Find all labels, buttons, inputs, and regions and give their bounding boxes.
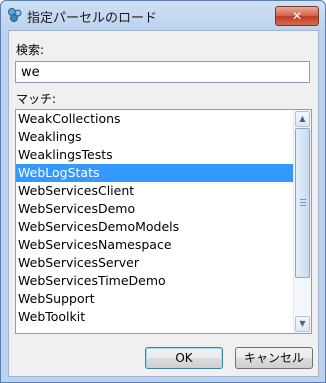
scroll-thumb[interactable] xyxy=(295,128,310,278)
title-bar[interactable]: 指定パーセルのロード ✕ xyxy=(1,1,325,29)
thumb-grip xyxy=(300,202,306,203)
list-item[interactable]: WebServicesDemoModels xyxy=(16,218,295,236)
thumb-grip xyxy=(300,205,306,206)
list-item[interactable]: Weaklings xyxy=(16,128,295,146)
list-item[interactable]: WeakCollections xyxy=(16,110,295,128)
close-icon: ✕ xyxy=(291,9,303,23)
scroll-up-button[interactable]: ▲ xyxy=(295,111,310,127)
vertical-scrollbar[interactable]: ▲ ▼ xyxy=(293,110,311,333)
search-input[interactable]: we xyxy=(15,61,310,83)
close-button[interactable]: ✕ xyxy=(275,6,319,26)
chevron-down-icon: ▼ xyxy=(299,319,306,328)
chevron-up-icon: ▲ xyxy=(299,114,306,123)
list-item[interactable]: WebServicesDemo xyxy=(16,200,295,218)
list-item[interactable]: WebSupport xyxy=(16,290,295,308)
list-item[interactable]: WebToolkit xyxy=(16,308,295,326)
dialog-body: 検索: we マッチ: WeakCollections Weaklings Weak… xyxy=(8,30,319,377)
list-item[interactable]: WebServicesNamespace xyxy=(16,236,295,254)
list-item[interactable]: WebServicesServer xyxy=(16,254,295,272)
search-label: 検索: xyxy=(16,43,45,57)
matches-list: WeakCollections Weaklings WeaklingsTests We… xyxy=(16,110,295,326)
parcel-icon xyxy=(7,7,23,23)
list-item[interactable]: WebServicesTimeDemo xyxy=(16,272,295,290)
list-item[interactable]: WeaklingsTests xyxy=(16,146,295,164)
ok-button[interactable]: OK xyxy=(145,347,223,369)
list-item[interactable]: WebLogStats xyxy=(16,164,295,182)
matches-label: マッチ: xyxy=(16,92,57,106)
window-title: 指定パーセルのロード xyxy=(27,11,158,26)
thumb-grip xyxy=(300,199,306,200)
scroll-down-button[interactable]: ▼ xyxy=(295,316,310,332)
load-parcel-dialog: 指定パーセルのロード ✕ 検索: we マッチ: WeakCollections… xyxy=(0,0,326,383)
cancel-button[interactable]: キャンセル xyxy=(235,347,313,369)
list-item[interactable]: WebServicesClient xyxy=(16,182,295,200)
matches-listbox[interactable]: WeakCollections Weaklings WeaklingsTests We… xyxy=(15,109,312,334)
